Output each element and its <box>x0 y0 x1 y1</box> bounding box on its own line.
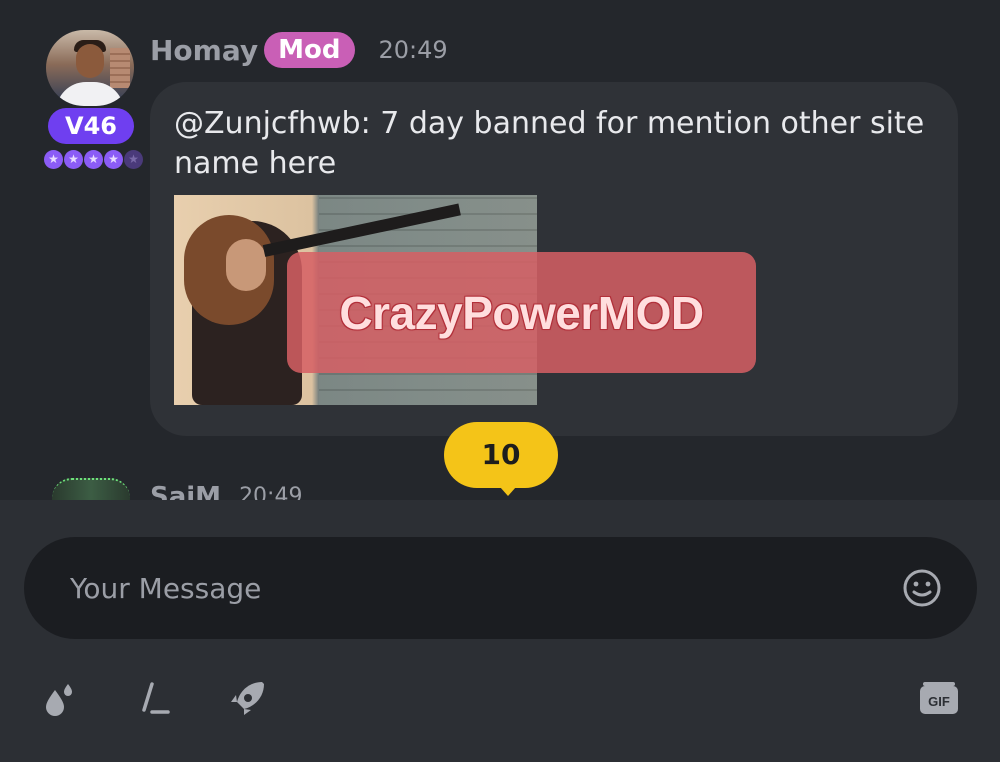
star-icon: ★ <box>84 150 103 169</box>
mod-badge: Mod <box>264 32 355 68</box>
avatar-face <box>76 44 104 78</box>
message-time: 20:49 <box>378 36 448 64</box>
vip-level-badge: V46 <box>48 108 134 144</box>
message-text: @Zunjcfhwb: 7 day banned for mention oth… <box>174 106 925 181</box>
message-header: Homay Mod 20:49 <box>150 32 448 68</box>
next-message-time: 20:49 <box>239 484 303 500</box>
message-composer: GIF <box>0 500 1000 762</box>
emoji-icon[interactable] <box>902 568 942 608</box>
next-message-username[interactable]: SaiM <box>150 482 221 500</box>
gif-icon[interactable]: GIF <box>918 680 960 720</box>
unread-count-badge[interactable]: 10 <box>444 422 558 496</box>
message-input[interactable] <box>70 565 870 611</box>
image-watermark: CrazyPowerMOD <box>287 252 756 373</box>
watermark-text: CrazyPowerMOD <box>339 286 704 339</box>
star-icon: ★ <box>64 150 83 169</box>
rocket-icon[interactable] <box>228 678 268 718</box>
chat-feed[interactable]: V46 ★ ★ ★ ★ ★ Homay Mod 20:49 @Zunjcfhwb… <box>0 0 1000 500</box>
star-icon: ★ <box>44 150 63 169</box>
message-username[interactable]: Homay <box>150 34 258 67</box>
next-message-preview: SaiM 20:49 <box>52 478 302 500</box>
drops-icon[interactable] <box>38 678 78 718</box>
gif-label: GIF <box>928 694 950 709</box>
avatar-background <box>110 48 130 88</box>
slash-command-icon[interactable] <box>136 678 176 718</box>
image-face <box>226 239 266 291</box>
message-input-pill[interactable] <box>24 537 977 639</box>
user-avatar[interactable] <box>46 30 134 106</box>
star-icon: ★ <box>104 150 123 169</box>
next-user-avatar[interactable] <box>52 478 130 500</box>
rank-stars: ★ ★ ★ ★ ★ <box>44 150 143 169</box>
star-empty-icon: ★ <box>124 150 143 169</box>
